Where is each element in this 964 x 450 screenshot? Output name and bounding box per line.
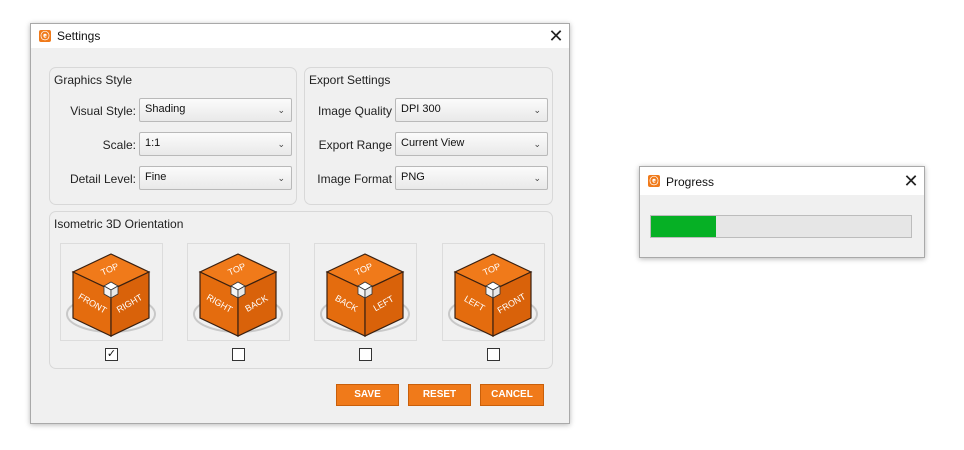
export-settings-group: Export Settings Image Quality DPI 300 ⌄ … xyxy=(304,67,553,205)
view-cube-icon: TOPBACK LEFT xyxy=(320,253,410,337)
settings-titlebar: ⓔ Settings ✕ xyxy=(31,24,569,48)
export-range-select[interactable]: Current View ⌄ xyxy=(395,132,548,156)
isometric-orientation-group: Isometric 3D Orientation TOP FRONT RIGHT ✓ T… xyxy=(49,211,553,369)
isometric-orientation-title: Isometric 3D Orientation xyxy=(54,217,184,231)
close-icon[interactable]: ✕ xyxy=(901,171,921,191)
chevron-down-icon: ⌄ xyxy=(277,173,285,183)
graphics-style-title: Graphics Style xyxy=(54,73,133,87)
reset-button[interactable]: RESET xyxy=(408,384,471,406)
progress-bar xyxy=(650,215,912,238)
settings-title: Settings xyxy=(57,29,101,43)
cube-view-3[interactable]: TOP BACK LEFT xyxy=(314,243,417,341)
cube-view-3-checkbox[interactable] xyxy=(359,348,372,361)
cube-view-1[interactable]: TOP FRONT RIGHT xyxy=(60,243,163,341)
chevron-down-icon: ⌄ xyxy=(533,173,541,183)
scale-select[interactable]: 1:1 ⌄ xyxy=(139,132,292,156)
chevron-down-icon: ⌄ xyxy=(533,139,541,149)
cube-view-2-checkbox[interactable] xyxy=(232,348,245,361)
cube-view-2[interactable]: TOP RIGHT BACK xyxy=(187,243,290,341)
close-icon[interactable]: ✕ xyxy=(546,26,566,46)
progress-fill xyxy=(651,216,716,237)
view-cube-icon: TOPRIGHT BACK xyxy=(193,253,283,337)
image-format-label: Image Format xyxy=(317,172,392,186)
chevron-down-icon: ⌄ xyxy=(277,105,285,115)
cube-view-4[interactable]: TOP LEFT FRONT xyxy=(442,243,545,341)
progress-title: Progress xyxy=(666,175,715,189)
view-cube-icon: TOPLEFT FRONT xyxy=(448,253,538,337)
export-settings-title: Export Settings xyxy=(309,73,391,87)
save-button[interactable]: SAVE xyxy=(336,384,399,406)
progress-titlebar: ⓔ Progress ✕ xyxy=(640,167,924,195)
visual-style-label: Visual Style: xyxy=(70,104,136,118)
progress-dialog: ⓔ Progress ✕ xyxy=(639,166,925,258)
app-icon: ⓔ xyxy=(39,30,51,42)
detail-level-label: Detail Level: xyxy=(69,172,136,186)
cancel-button[interactable]: CANCEL xyxy=(480,384,544,406)
detail-level-select[interactable]: Fine ⌄ xyxy=(139,166,292,190)
app-icon: ⓔ xyxy=(648,175,660,187)
chevron-down-icon: ⌄ xyxy=(277,139,285,149)
chevron-down-icon: ⌄ xyxy=(533,105,541,115)
export-range-label: Export Range xyxy=(318,138,392,152)
visual-style-select[interactable]: Shading ⌄ xyxy=(139,98,292,122)
view-cube-icon: TOPFRONT RIGHT xyxy=(66,253,156,337)
scale-label: Scale: xyxy=(102,138,136,152)
image-quality-select[interactable]: DPI 300 ⌄ xyxy=(395,98,548,122)
image-quality-label: Image Quality xyxy=(317,104,392,118)
cube-view-4-checkbox[interactable] xyxy=(487,348,500,361)
graphics-style-group: Graphics Style Visual Style: Shading ⌄ S… xyxy=(49,67,297,205)
settings-dialog: ⓔ Settings ✕ Graphics Style Visual Style… xyxy=(30,23,570,424)
cube-view-1-checkbox[interactable]: ✓ xyxy=(105,348,118,361)
image-format-select[interactable]: PNG ⌄ xyxy=(395,166,548,190)
